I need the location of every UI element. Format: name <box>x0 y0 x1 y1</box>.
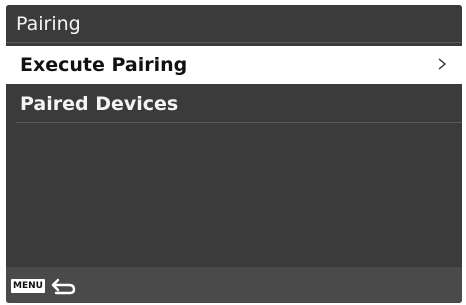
menu-key-badge: MENU <box>11 279 45 293</box>
title-divider <box>6 42 462 43</box>
menu-item-label: Paired Devices <box>20 93 179 115</box>
menu-item-execute-pairing[interactable]: Execute Pairing <box>6 46 462 84</box>
menu-item-paired-devices[interactable]: Paired Devices <box>6 85 462 123</box>
menu-item-label: Execute Pairing <box>20 54 188 76</box>
back-arrow-icon[interactable] <box>50 276 78 296</box>
pairing-menu-screen: Pairing Execute Pairing Paired Devices M… <box>6 5 462 303</box>
chevron-right-icon <box>438 58 447 70</box>
footer-bar: MENU <box>6 267 462 303</box>
page-title: Pairing <box>16 13 81 35</box>
menu-divider <box>16 122 462 123</box>
title-bar: Pairing <box>6 5 462 42</box>
